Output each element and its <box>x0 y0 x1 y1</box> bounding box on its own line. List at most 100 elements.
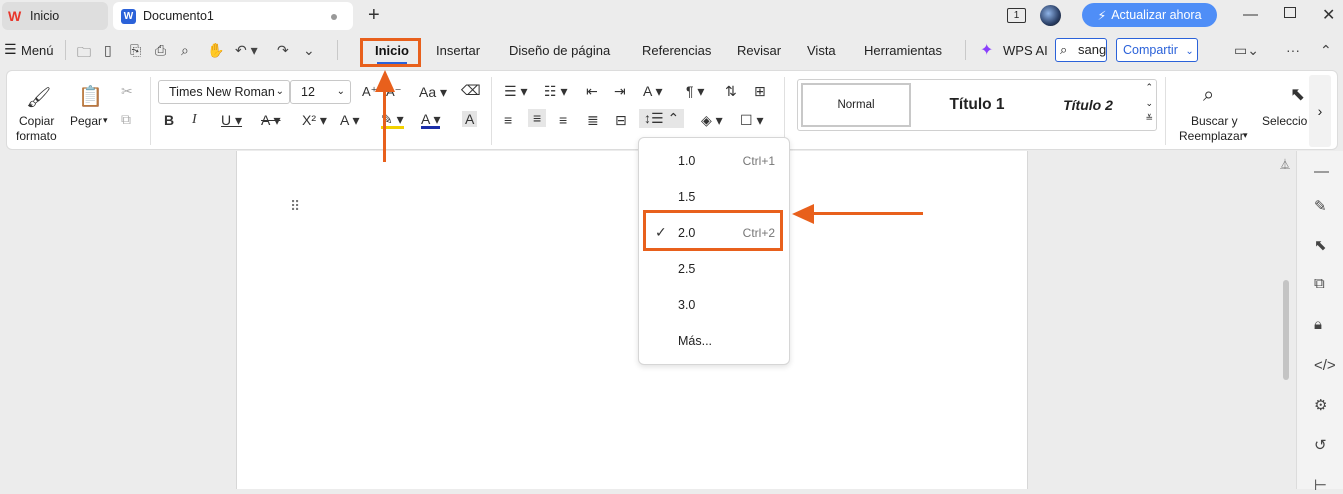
align-right-icon[interactable]: ≡ <box>559 112 567 128</box>
style-titulo-1[interactable]: Título 1 <box>922 83 1032 127</box>
redo-icon[interactable]: ↷ <box>277 42 289 59</box>
decrease-indent-icon[interactable]: ⇤ <box>586 83 598 100</box>
print-icon[interactable]: ⎙ <box>155 42 166 59</box>
more-options-icon[interactable]: ··· <box>1286 42 1300 58</box>
italic-icon[interactable]: I <box>192 112 197 128</box>
export-pdf-icon[interactable]: ⎘ <box>130 42 141 59</box>
styles-scroll-up-icon[interactable]: ⌃ <box>1145 82 1153 93</box>
bullets-icon[interactable]: ☰ ▾ <box>504 83 527 100</box>
paste-button[interactable]: Pegar <box>70 114 102 128</box>
tab-herramientas[interactable]: Herramientas <box>864 43 942 58</box>
tab-document[interactable]: W Documento1 <box>113 2 353 30</box>
menu-button[interactable]: Menú <box>21 43 54 58</box>
tab-insertar[interactable]: Insertar <box>436 43 480 58</box>
lock-icon[interactable]: 🔒︎ <box>1314 316 1322 333</box>
superscript-icon[interactable]: X² ▾ <box>302 112 327 129</box>
select-cursor-icon[interactable]: ⬉ <box>1290 84 1305 105</box>
shading-icon[interactable]: ◈ ▾ <box>701 112 723 129</box>
paragraph-mark-icon[interactable]: ¶ ▾ <box>686 83 704 100</box>
find-replace-label[interactable]: Buscar y <box>1191 114 1238 128</box>
new-tab-button[interactable]: + <box>368 4 380 27</box>
change-case-icon[interactable]: Aa ▾ <box>419 84 447 101</box>
split-view-icon[interactable]: ⏅ <box>1280 156 1290 171</box>
align-center-icon[interactable]: ≡ <box>528 109 547 127</box>
underline-icon[interactable]: U ▾ <box>221 112 242 129</box>
line-spacing-option-more[interactable]: Más... <box>639 323 789 359</box>
copy-format-label[interactable]: Copiar <box>19 114 54 128</box>
bold-icon[interactable]: B <box>164 112 174 128</box>
copy-icon[interactable]: ⧉ <box>121 111 131 128</box>
collapse-ribbon-icon[interactable]: ⌃ <box>1320 42 1332 59</box>
upgrade-button[interactable]: ⚡ Actualizar ahora <box>1082 3 1217 27</box>
tab-vista[interactable]: Vista <box>807 43 836 58</box>
numbering-icon[interactable]: ☷ ▾ <box>544 83 567 100</box>
line-spacing-button[interactable]: ↕☰ ⌃ <box>639 109 685 128</box>
search-input[interactable]: ⌕ sang <box>1055 38 1107 62</box>
maximize-icon[interactable] <box>1284 7 1296 18</box>
align-left-icon[interactable]: ≡ <box>504 112 512 128</box>
tab-revisar[interactable]: Revisar <box>737 43 781 58</box>
select-label[interactable]: Seleccion <box>1262 114 1307 128</box>
comment-icon[interactable]: ▭⌄ <box>1234 42 1259 59</box>
character-shading-icon[interactable]: A <box>462 111 478 127</box>
strikethrough-icon[interactable]: A ▾ <box>261 112 280 129</box>
style-titulo-2[interactable]: Título 2 <box>1038 83 1138 127</box>
page-counter-icon[interactable]: 1 <box>1007 8 1026 23</box>
line-spacing-option-1-0[interactable]: 1.0 Ctrl+1 <box>639 143 789 179</box>
line-spacing-option-3-0[interactable]: 3.0 <box>639 287 789 323</box>
sort-icon[interactable]: ⇅ <box>725 83 737 100</box>
more-quick-icon[interactable]: ⌄ <box>303 42 315 59</box>
borders-icon[interactable]: ☐ ▾ <box>740 112 763 129</box>
font-color-icon[interactable]: A ▾ <box>421 112 441 129</box>
minus-icon[interactable]: — <box>1314 163 1329 180</box>
line-spacing-option-2-5[interactable]: 2.5 <box>639 251 789 287</box>
history-icon[interactable]: ↺ <box>1314 436 1327 454</box>
chevron-down-icon[interactable]: ▾ <box>1243 130 1248 141</box>
open-folder-icon[interactable]: 🗀 <box>77 42 91 66</box>
close-icon[interactable]: ✕ <box>1322 5 1335 25</box>
copy-close-icon[interactable]: ⧉ <box>1314 275 1325 292</box>
share-button[interactable]: Compartir ⌄ <box>1116 38 1198 62</box>
font-name-select[interactable]: Times New Roman ⌄ <box>158 80 290 104</box>
wps-ai-button[interactable]: WPS AI <box>1003 43 1048 58</box>
format-painter-icon[interactable]: 🖌 <box>26 85 51 110</box>
style-normal[interactable]: Normal <box>801 83 911 127</box>
distributed-icon[interactable]: ⊟ <box>615 112 627 129</box>
sliders-icon[interactable]: ⚙ <box>1314 396 1327 414</box>
tab-diseno-pagina[interactable]: Diseño de página <box>509 43 610 58</box>
pointer-icon[interactable]: ⬉ <box>1314 236 1327 254</box>
wps-ai-icon[interactable]: ✦ <box>980 40 993 60</box>
justify-icon[interactable]: ≣ <box>587 112 599 129</box>
document-page[interactable]: ⠿ <box>236 151 1028 489</box>
drag-handle-icon[interactable]: ⠿ <box>290 198 300 215</box>
table-icon[interactable]: ⊞ <box>754 83 766 100</box>
panel-icon[interactable]: ⊢ <box>1314 476 1327 494</box>
cut-icon[interactable]: ✂ <box>121 83 133 100</box>
avatar[interactable] <box>1040 5 1061 26</box>
find-replace-label-2[interactable]: Reemplazar <box>1179 129 1244 143</box>
ribbon-scroll-right-button[interactable]: › <box>1309 75 1331 147</box>
copy-format-label-2[interactable]: formato <box>16 129 57 143</box>
code-icon[interactable]: </> <box>1314 357 1336 374</box>
tab-home[interactable]: W Inicio <box>2 2 108 30</box>
save-icon[interactable]: ▯ <box>104 42 112 59</box>
tab-referencias[interactable]: Referencias <box>642 43 711 58</box>
minimize-icon[interactable]: — <box>1243 6 1258 23</box>
increase-indent-icon[interactable]: ⇥ <box>614 83 626 100</box>
scrollbar-thumb[interactable] <box>1283 280 1289 380</box>
find-icon[interactable]: ⌕ <box>1203 84 1214 107</box>
text-direction-icon[interactable]: A ▾ <box>643 83 662 100</box>
undo-icon[interactable]: ↶ ▾ <box>235 42 258 59</box>
text-effect-icon[interactable]: A ▾ <box>340 112 359 129</box>
chevron-down-icon[interactable]: ▾ <box>103 115 108 126</box>
paste-icon[interactable]: 📋 <box>78 84 103 109</box>
print-preview-icon[interactable]: ⌕ <box>181 42 189 59</box>
styles-more-icon[interactable]: ≚ <box>1145 113 1153 124</box>
unsaved-dot-icon[interactable] <box>331 14 337 20</box>
styles-scroll-down-icon[interactable]: ⌄ <box>1145 98 1153 109</box>
font-size-select[interactable]: 12 ⌄ <box>290 80 351 104</box>
hamburger-icon[interactable]: ☰ <box>4 41 17 58</box>
clear-format-icon[interactable]: ⌫ <box>461 82 481 99</box>
pen-icon[interactable]: ✎ <box>1314 197 1327 215</box>
hand-tool-icon[interactable]: ✋ <box>207 42 224 59</box>
